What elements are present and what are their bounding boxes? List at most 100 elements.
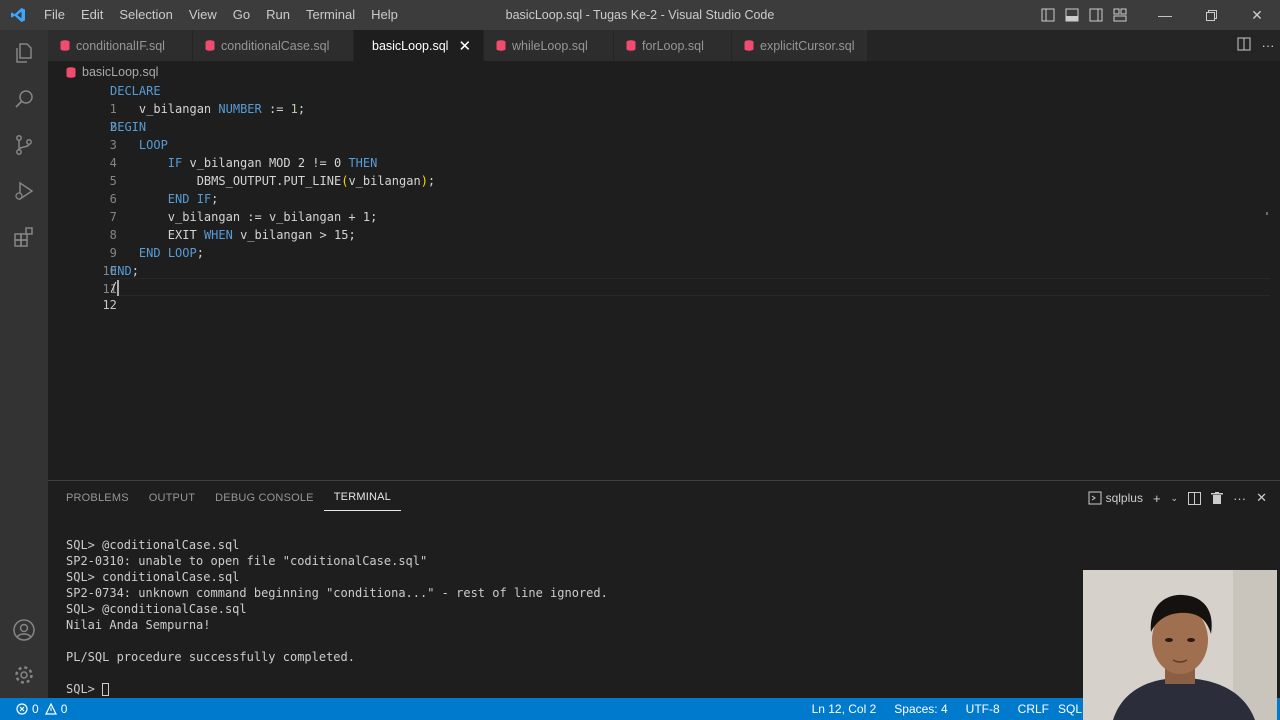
restore-icon[interactable]	[1188, 0, 1234, 30]
tab-label: conditionalCase.sql	[221, 38, 330, 53]
run-debug-icon[interactable]	[0, 168, 48, 214]
code-token: NUMBER	[218, 102, 262, 116]
tab-debug-console[interactable]: DEBUG CONSOLE	[205, 481, 324, 515]
code-token: v_bilangan	[138, 102, 212, 116]
code-token: DECLARE	[110, 84, 161, 98]
breadcrumb-file[interactable]: basicLoop.sql	[82, 65, 158, 79]
terminal-line: SQL> @coditionalCase.sql	[66, 538, 240, 552]
code-line: 5 IF v_bilangan MOD 2 != 0 THEN	[48, 154, 1268, 188]
toggle-panel-icon[interactable]	[1060, 0, 1084, 30]
code-token: 1	[290, 102, 298, 116]
explorer-icon[interactable]	[0, 30, 48, 76]
tab-output[interactable]: OUTPUT	[139, 481, 205, 515]
menu-selection[interactable]: Selection	[111, 0, 180, 30]
tab-label: basicLoop.sql	[372, 38, 449, 53]
indentation[interactable]: Spaces: 4	[885, 702, 956, 716]
editor-scrollbar[interactable]	[1260, 82, 1270, 480]
database-file-icon	[626, 40, 636, 51]
code-token: v_bilangan	[348, 174, 421, 188]
menu-file[interactable]: File	[36, 0, 73, 30]
code-token: ;	[196, 246, 204, 260]
new-terminal-icon[interactable]: +	[1148, 491, 1166, 506]
code-token: v_bilangan > 15;	[240, 228, 356, 242]
scrollbar-thumb[interactable]	[1266, 212, 1268, 215]
accounts-icon[interactable]	[0, 607, 48, 653]
code-line: 9 EXIT WHEN v_bilangan > 15;	[48, 226, 1268, 260]
tab-basicloop[interactable]: basicLoop.sql ✕	[354, 30, 484, 61]
code-token: LOOP	[138, 138, 168, 152]
cursor-position[interactable]: Ln 12, Col 2	[803, 702, 886, 716]
manage-gear-icon[interactable]	[0, 652, 48, 698]
line-number: 12	[102, 298, 117, 312]
terminal-line: Nilai Anda Sempurna!	[66, 618, 211, 632]
breadcrumb[interactable]: basicLoop.sql	[48, 61, 158, 83]
terminal-icon	[1088, 491, 1102, 505]
code-token: BEGIN	[110, 120, 147, 134]
code-line: 12 /	[48, 278, 1268, 312]
code-token: v_bilangan := v_bilangan + 1;	[167, 210, 378, 224]
tab-forloop[interactable]: forLoop.sql	[614, 30, 732, 61]
toggle-sidebar-icon[interactable]	[1036, 0, 1060, 30]
toggle-secondary-sidebar-icon[interactable]	[1084, 0, 1108, 30]
code-line: 10 END LOOP;	[48, 244, 1268, 278]
customize-layout-icon[interactable]	[1108, 0, 1132, 30]
menu-edit[interactable]: Edit	[73, 0, 111, 30]
terminal-cursor	[102, 683, 110, 696]
code-token: v_bilangan MOD 2 != 0	[189, 156, 342, 170]
code-line: 1 DECLARE	[48, 82, 1268, 116]
extensions-icon[interactable]	[0, 214, 48, 260]
minimize-icon[interactable]: —	[1142, 0, 1188, 30]
menu-go[interactable]: Go	[225, 0, 258, 30]
more-actions-icon[interactable]: ···	[1256, 38, 1280, 53]
code-line: 2 v_bilangan NUMBER := 1;	[48, 100, 1268, 134]
code-token: ;	[297, 102, 306, 116]
error-icon	[16, 703, 28, 715]
code-token: END	[110, 264, 132, 278]
trash-icon[interactable]	[1206, 491, 1228, 505]
more-actions-icon[interactable]: ···	[1228, 491, 1251, 506]
problems-indicator[interactable]: 0 0	[0, 702, 67, 716]
tab-conditionalif[interactable]: conditionalIF.sql	[48, 30, 193, 61]
tab-whileloop[interactable]: whileLoop.sql	[484, 30, 614, 61]
tab-conditionalcase[interactable]: conditionalCase.sql	[193, 30, 354, 61]
menu-bar: File Edit Selection View Go Run Terminal…	[36, 0, 406, 30]
tab-terminal[interactable]: TERMINAL	[323, 481, 401, 511]
search-icon[interactable]	[0, 76, 48, 122]
code-token: WHEN	[203, 228, 233, 242]
terminal-prompt[interactable]: SQL>	[66, 681, 608, 697]
close-window-icon[interactable]: ✕	[1234, 0, 1280, 30]
code-token: END	[138, 246, 161, 260]
tab-label: whileLoop.sql	[512, 38, 588, 53]
code-token: :=	[268, 102, 284, 116]
code-token: ;	[427, 174, 436, 188]
terminal-output[interactable]: SQL> @coditionalCase.sql SP2-0310: unabl…	[66, 537, 608, 697]
menu-run[interactable]: Run	[258, 0, 298, 30]
code-line: 7 END IF;	[48, 190, 1268, 224]
split-terminal-icon[interactable]	[1183, 491, 1206, 505]
menu-view[interactable]: View	[181, 0, 225, 30]
terminal-line: SP2-0310: unable to open file "coditiona…	[66, 554, 428, 568]
code-token: /	[110, 280, 118, 294]
menu-terminal[interactable]: Terminal	[298, 0, 363, 30]
tab-explicitcursor[interactable]: explicitCursor.sql	[732, 30, 868, 61]
database-file-icon	[205, 40, 215, 51]
close-tab-icon[interactable]: ✕	[458, 37, 471, 55]
tab-label: explicitCursor.sql	[760, 38, 855, 53]
tab-problems[interactable]: PROBLEMS	[56, 481, 139, 515]
code-token: LOOP	[167, 246, 197, 260]
terminal-selector[interactable]: sqlplus	[1083, 491, 1148, 505]
menu-help[interactable]: Help	[363, 0, 406, 30]
terminal-line: PL/SQL procedure successfully completed.	[66, 650, 355, 664]
split-editor-icon[interactable]	[1232, 37, 1256, 54]
chevron-down-icon[interactable]: ⌄	[1166, 493, 1184, 504]
close-panel-icon[interactable]: ✕	[1251, 490, 1272, 506]
tab-label: forLoop.sql	[642, 38, 704, 53]
encoding[interactable]: UTF-8	[957, 702, 1009, 716]
code-line: 4 LOOP	[48, 136, 1268, 170]
code-token: IF	[167, 156, 183, 170]
terminal-line: SQL> conditionalCase.sql	[66, 570, 240, 584]
source-control-icon[interactable]	[0, 122, 48, 168]
code-token: DBMS_OUTPUT.PUT_LINE	[196, 174, 342, 188]
code-editor[interactable]: 1 DECLARE 2 v_bilangan NUMBER := 1; 3 BE…	[48, 82, 1270, 480]
